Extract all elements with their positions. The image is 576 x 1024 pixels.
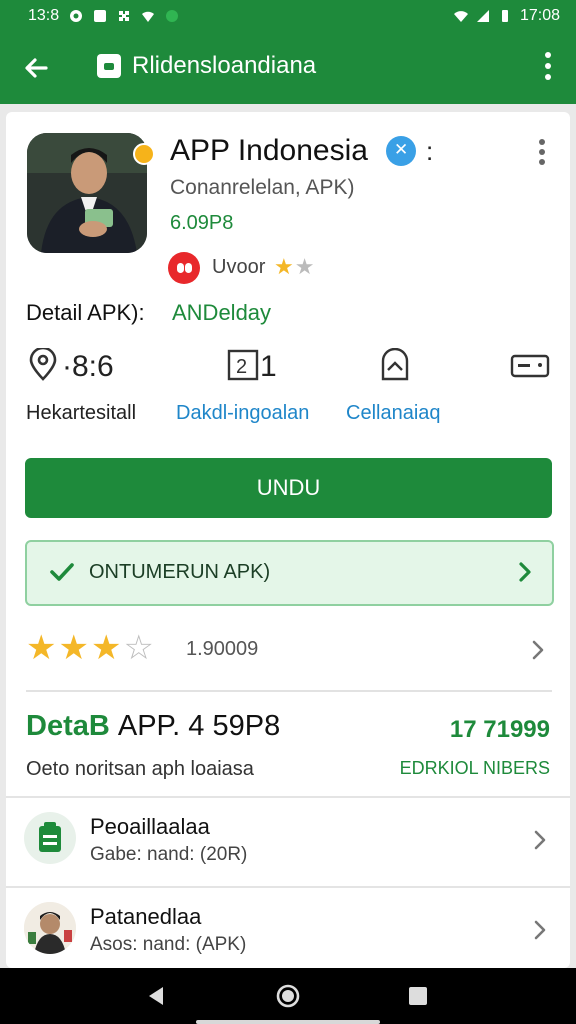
back-arrow-icon[interactable] <box>20 52 52 84</box>
list-item[interactable]: Peoaillaalaa Gabe: nand: (20R) <box>6 798 570 886</box>
app-name-colon: : <box>426 136 434 166</box>
wifi-notification-icon <box>142 11 155 22</box>
navigation-bar <box>0 968 576 1024</box>
card-icon <box>510 354 550 378</box>
developer-logo-icon <box>168 252 200 284</box>
avatar-image <box>24 902 76 954</box>
rating-chevron-right-icon <box>532 640 544 660</box>
app-bar-title: Rlidensloandiana <box>132 52 317 79</box>
badge-icon <box>133 143 155 165</box>
shield-up-icon <box>381 348 409 381</box>
nav-back-icon[interactable] <box>144 984 168 1008</box>
status-bar: 13:8 17:08 <box>0 0 576 32</box>
square-notification-icon <box>94 10 107 22</box>
clover-notification-icon <box>166 10 179 22</box>
list-item-icon-bg <box>24 812 76 864</box>
stat-downloads-label[interactable]: Dakdl-ingoalan <box>176 402 309 425</box>
list-item[interactable]: Patanedlaa Asos: nand: (APK) <box>6 888 570 968</box>
stat-downloads-value: 1 <box>260 350 277 383</box>
battery-icon <box>501 10 508 22</box>
rating-star-4: ☆ <box>123 629 156 667</box>
continue-apk-label: ONTUMERUN APK) <box>89 561 271 583</box>
developer-name[interactable]: Uvoor <box>212 256 265 279</box>
download-button-label: UNDU <box>256 475 321 500</box>
stat-security: Cellanaiaq <box>346 348 486 428</box>
app-detail-description: Oeto noritsan aph loaiasa <box>26 758 254 780</box>
list-item-title: Patanedlaa <box>90 904 202 929</box>
check-icon <box>50 563 74 581</box>
more-vertical-icon[interactable] <box>544 50 552 82</box>
stat-downloads: 2 1 Dakdl-ingoalan <box>176 348 336 428</box>
puzzle-notification-icon <box>119 11 130 21</box>
detail-value[interactable]: ANDelday <box>172 300 271 326</box>
location-pin-icon <box>29 348 57 381</box>
app-detail-number: 17 71999 <box>449 716 550 743</box>
rating-star-1: ★ <box>26 629 59 667</box>
chevron-right-icon <box>534 920 546 940</box>
app-detail-title: DetaB APP. 4 59P8 <box>26 710 280 743</box>
status-left: 13:8 <box>28 7 179 25</box>
app-detail-title-green: DetaB <box>26 710 110 742</box>
status-clock: 17:08 <box>519 7 560 24</box>
app-bar: Rlidensloandiana <box>0 32 576 104</box>
stat-location-label: Hekartesitall <box>26 402 137 424</box>
list-item-subtitle: Asos: nand: (APK) <box>90 934 247 955</box>
app-subtitle: Conanrelelan, APK) <box>170 176 355 199</box>
download-button[interactable]: UNDU <box>25 458 552 518</box>
shield-notification-icon <box>70 10 83 22</box>
developer-star-empty: ★ <box>294 254 316 279</box>
app-name: APP Indonesia <box>170 134 368 167</box>
app-doc-icon <box>97 54 121 78</box>
wifi-icon <box>453 11 468 22</box>
rating-count: 1.90009 <box>186 638 259 660</box>
developer-stars: ★★ <box>274 254 315 280</box>
nav-recents-icon[interactable] <box>406 984 430 1008</box>
developer-star-filled: ★ <box>274 254 295 279</box>
chevron-right-icon <box>519 562 531 582</box>
app-size: 6.09P8 <box>170 212 234 234</box>
app-icon-image <box>27 133 147 253</box>
continue-apk-button[interactable]: ONTUMERUN APK) <box>25 540 554 606</box>
rating-stars: ★★★☆ <box>26 628 156 668</box>
list-item-subtitle: Gabe: nand: (20R) <box>90 844 248 865</box>
signal-icon <box>476 10 489 22</box>
status-time: 13:8 <box>28 7 60 24</box>
stat-card <box>510 348 550 428</box>
app-detail-link[interactable]: EDRKIOL NIBERS <box>400 758 550 779</box>
nav-home-icon[interactable] <box>276 984 300 1008</box>
rating-star-3: ★ <box>90 629 124 667</box>
app-detail-card: APP Indonesia : Conanrelelan, APK) 6.09P… <box>6 112 570 968</box>
number-box-icon: 2 <box>227 349 259 381</box>
clipboard-icon <box>39 822 61 852</box>
detail-label: Detail APK): <box>26 300 145 325</box>
svg-text:2: 2 <box>236 356 247 378</box>
avatar <box>24 902 76 954</box>
gesture-handle[interactable] <box>196 1020 380 1024</box>
card-more-icon[interactable] <box>538 138 546 166</box>
stat-security-label[interactable]: Cellanaiaq <box>346 402 441 425</box>
app-icon <box>27 133 147 253</box>
divider <box>26 690 552 692</box>
list-item-title: Peoaillaalaa <box>90 814 210 839</box>
verified-icon <box>386 136 416 166</box>
stat-location: ·8:6 Hekartesitall <box>26 348 166 428</box>
rating-row[interactable]: ★★★☆ 1.90009 <box>26 628 552 674</box>
status-right: 17:08 <box>453 7 560 25</box>
chevron-right-icon <box>534 830 546 850</box>
stat-location-value: ·8:6 <box>62 350 114 383</box>
app-detail-title-black: APP. 4 59P8 <box>117 710 281 742</box>
rating-star-2: ★ <box>58 629 91 667</box>
